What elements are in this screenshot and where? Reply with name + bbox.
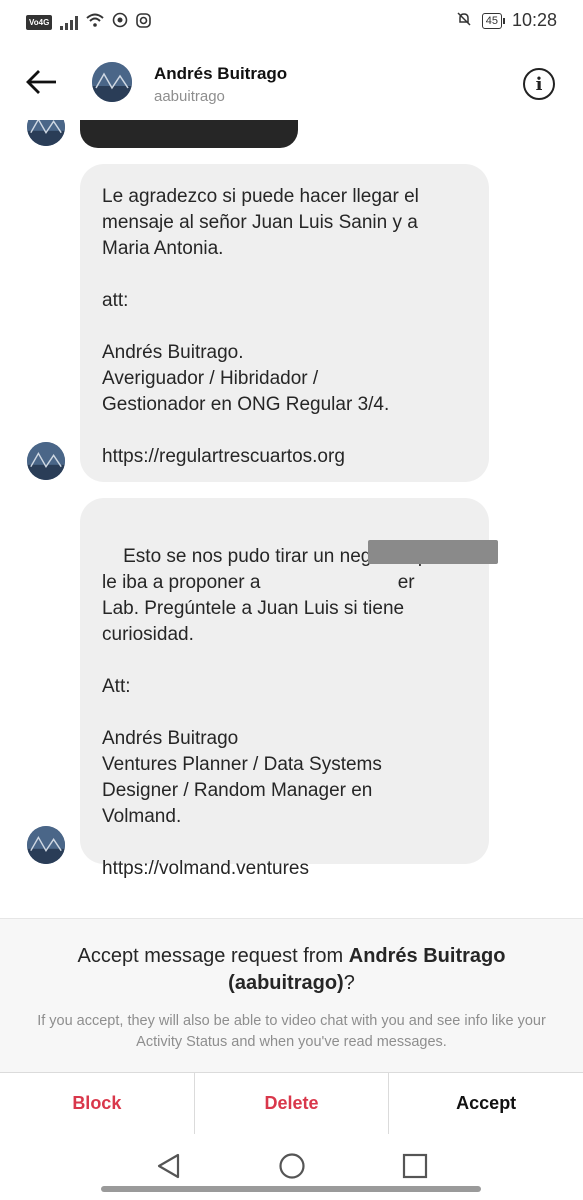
request-prefix: Accept message request from bbox=[77, 945, 349, 967]
system-nav-bar bbox=[0, 1134, 583, 1200]
message-bubble[interactable]: Esto se nos pudo tirar un negocio que le… bbox=[80, 498, 498, 879]
message-text: Esto se nos pudo tirar un negocio que le… bbox=[102, 546, 443, 879]
avatar[interactable] bbox=[92, 62, 132, 102]
triangle-back-icon bbox=[157, 1153, 180, 1179]
info-icon: i bbox=[535, 73, 543, 95]
message-request-panel: Accept message request from Andrés Buitr… bbox=[0, 918, 583, 1072]
nav-recents-button[interactable] bbox=[400, 1151, 430, 1181]
status-bar: Vo4G 45 10:28 bbox=[0, 0, 583, 44]
instagram-icon bbox=[136, 12, 152, 32]
request-subtitle: If you accept, they will also be able to… bbox=[37, 1013, 546, 1050]
previous-message-bubble bbox=[80, 120, 298, 148]
volte-icon: Vo4G bbox=[26, 14, 53, 30]
clock: 10:28 bbox=[511, 10, 557, 30]
nav-home-button[interactable] bbox=[277, 1151, 307, 1181]
request-name: Andrés Buitrago bbox=[348, 945, 506, 967]
redaction-box bbox=[368, 540, 498, 564]
mute-bell-icon bbox=[456, 11, 472, 31]
request-actions: Block Delete Accept bbox=[0, 1072, 583, 1134]
info-button[interactable]: i bbox=[523, 68, 555, 100]
wifi-icon bbox=[86, 13, 104, 31]
block-button[interactable]: Block bbox=[0, 1073, 195, 1134]
square-recents-icon bbox=[402, 1153, 428, 1179]
nav-back-button[interactable] bbox=[154, 1151, 184, 1181]
contact-username: aabuitrago bbox=[154, 88, 225, 105]
request-username: (aabuitrago) bbox=[228, 972, 344, 994]
message-bubble[interactable]: Le agradezco si puede hacer llegar el me… bbox=[80, 164, 489, 482]
whatsapp-icon bbox=[112, 12, 128, 32]
gesture-bar bbox=[101, 1186, 481, 1192]
back-arrow-icon bbox=[26, 70, 56, 94]
sender-avatar bbox=[27, 826, 65, 864]
circle-home-icon bbox=[279, 1153, 305, 1179]
status-left: Vo4G bbox=[26, 12, 152, 32]
request-title: Accept message request from Andrés Buitr… bbox=[40, 943, 543, 997]
message-list[interactable]: Le agradezco si puede hacer llegar el me… bbox=[0, 120, 583, 918]
battery-icon: 45 bbox=[481, 12, 506, 29]
contact-name[interactable]: Andrés Buitrago bbox=[154, 64, 287, 84]
delete-button[interactable]: Delete bbox=[195, 1073, 390, 1134]
accept-button[interactable]: Accept bbox=[389, 1073, 583, 1134]
conversation-header: Andrés Buitrago aabuitrago i bbox=[0, 44, 583, 120]
request-suffix: ? bbox=[343, 972, 355, 994]
status-right: 45 10:28 bbox=[456, 10, 557, 31]
back-button[interactable] bbox=[24, 64, 60, 100]
sender-avatar bbox=[27, 442, 65, 480]
signal-icon bbox=[60, 14, 79, 30]
sender-avatar bbox=[27, 120, 65, 146]
